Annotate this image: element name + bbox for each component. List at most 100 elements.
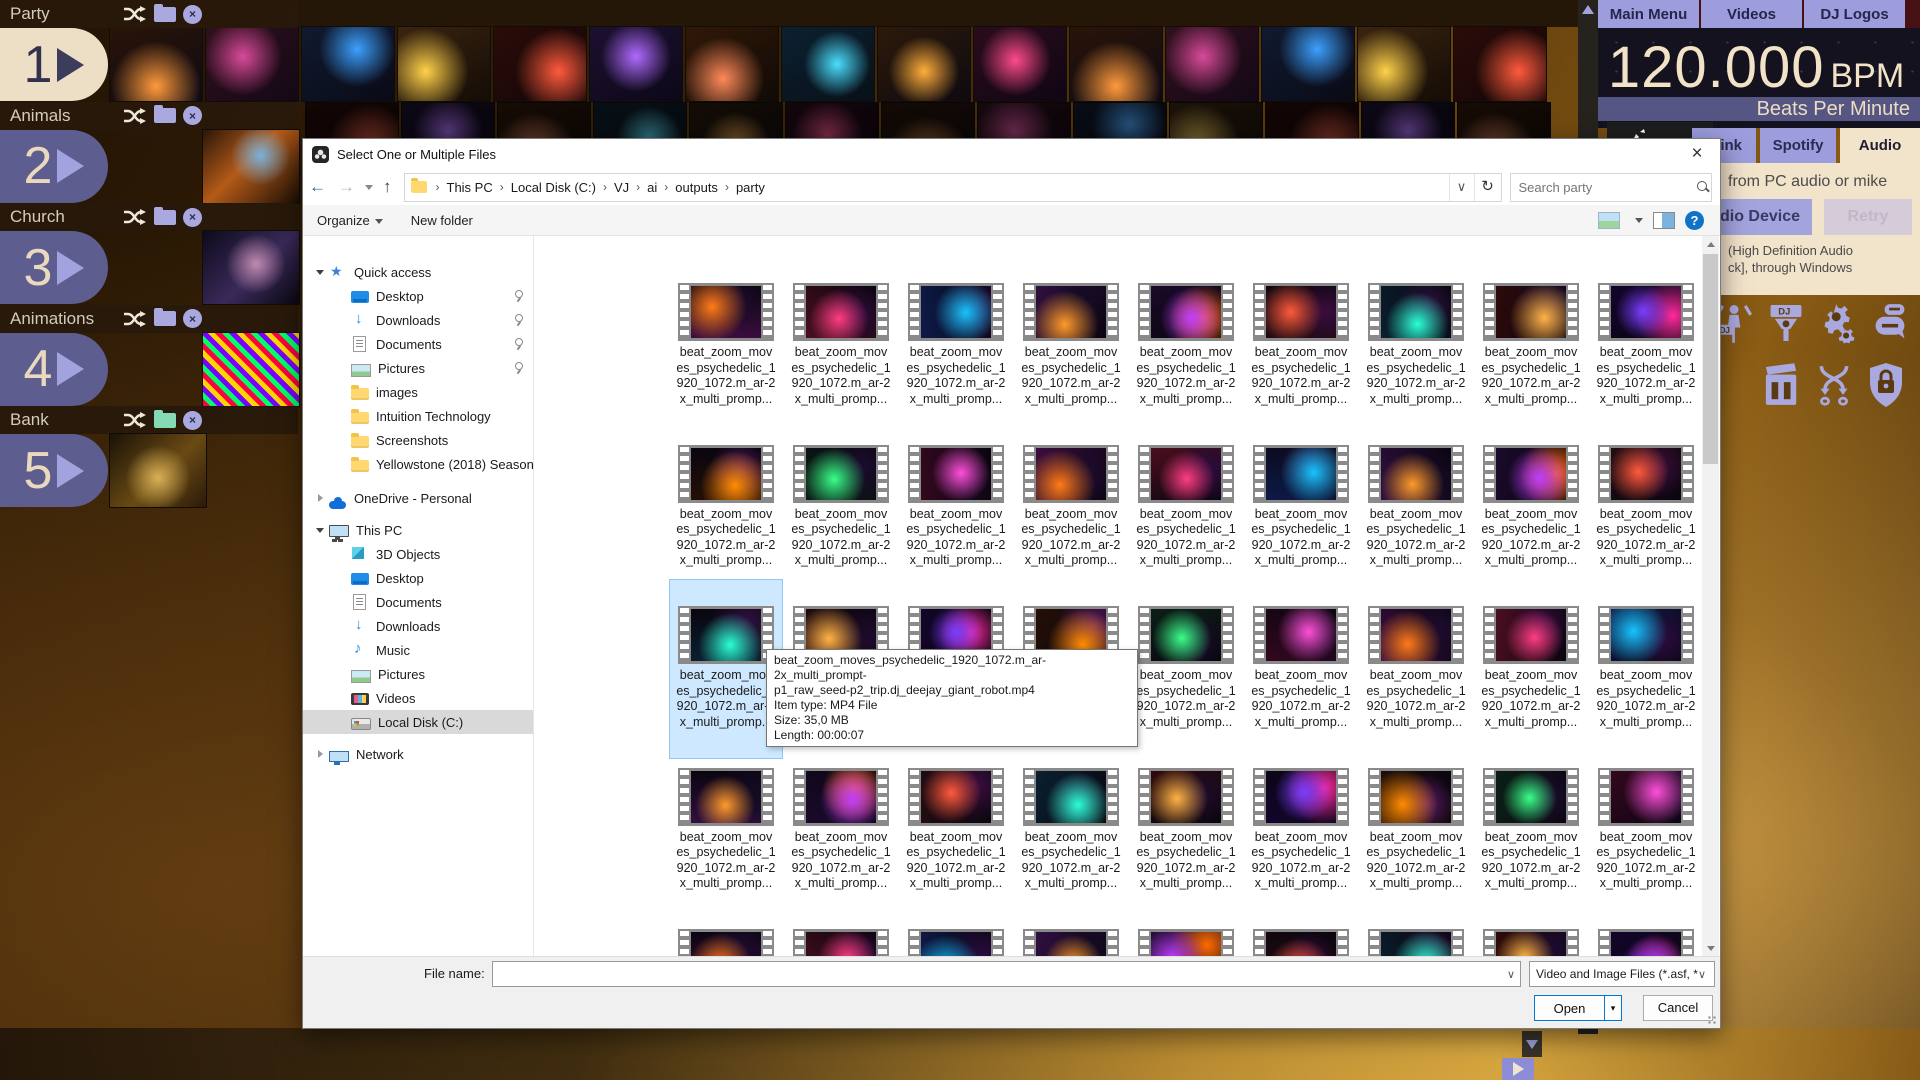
chevron-right-icon[interactable] (315, 493, 325, 503)
chevron-right-icon[interactable] (315, 749, 325, 759)
preview-pane-icon[interactable] (1653, 212, 1675, 229)
shuffle-icon[interactable] (123, 5, 147, 23)
split-shuffle-icon[interactable] (1816, 362, 1852, 408)
dj-logos-button[interactable]: DJ Logos (1804, 0, 1905, 28)
dialog-scrollbar[interactable] (1702, 236, 1719, 957)
shuffle-icon[interactable] (123, 107, 147, 125)
file-item[interactable]: beat_zoom_moves_psychedelic_1920_1072.m_… (670, 742, 782, 920)
sidebar-item-quick-access[interactable]: Quick access (303, 260, 533, 284)
sidebar-item-onedrive-personal[interactable]: OneDrive - Personal (303, 486, 533, 510)
sidebar-item-downloads[interactable]: Downloads (303, 308, 533, 332)
dj-sign-icon[interactable]: DJ (1768, 300, 1804, 346)
file-item[interactable]: beat_zoom_moves_psychedelic_1920_1072.m_… (1475, 903, 1587, 957)
file-item[interactable]: beat_zoom_moves_psychedelic_1920_1072.m_… (1475, 742, 1587, 920)
breadcrumb-item[interactable]: Local Disk (C:) (507, 180, 600, 195)
file-item[interactable]: beat_zoom_moves_psychedelic_1920_1072.m_… (1590, 419, 1702, 597)
file-item[interactable]: beat_zoom_moves_psychedelic_1920_1072.m_… (1245, 903, 1357, 957)
chevron-down-icon[interactable] (315, 525, 325, 535)
file-type-select[interactable]: Video and Image Files (*.asf, *.a ∨ (1529, 961, 1715, 987)
file-item[interactable]: beat_zoom_moves_psychedelic_1920_1072.m_… (1130, 419, 1242, 597)
back-button[interactable]: ← (309, 177, 326, 197)
file-item[interactable]: beat_zoom_moves_psychedelic_1920_1072.m_… (1245, 257, 1357, 435)
scroll-up-icon[interactable] (1707, 242, 1715, 247)
file-item[interactable]: beat_zoom_moves_psychedelic_1920_1072.m_… (1245, 742, 1357, 920)
refresh-icon[interactable]: ↻ (1474, 174, 1501, 201)
file-item[interactable]: beat_zoom_moves_psychedelic_1920_1072.m_… (785, 257, 897, 435)
scroll-up-icon[interactable] (1582, 5, 1594, 14)
sidebar-item-music[interactable]: Music (303, 638, 533, 662)
scrollbar-thumb[interactable] (1703, 254, 1718, 464)
history-dropdown-icon[interactable] (365, 185, 373, 190)
bank-play-button[interactable]: 2 (0, 130, 108, 203)
file-name-input[interactable] (493, 961, 1502, 987)
bank-play-button[interactable]: 5 (0, 434, 108, 507)
bank-thumbnail[interactable] (110, 434, 206, 507)
video-thumbnail[interactable] (1262, 27, 1354, 101)
video-thumbnail[interactable] (302, 27, 394, 101)
file-item[interactable]: beat_zoom_moves_psychedelic_1920_1072.m_… (900, 903, 1012, 957)
sidebar-item-local-disk-c-[interactable]: Local Disk (C:) (303, 710, 533, 734)
sidebar-item-documents[interactable]: Documents (303, 332, 533, 356)
shield-lock-icon[interactable] (1868, 362, 1904, 408)
file-name-combobox[interactable]: ∨ (492, 961, 1521, 987)
sidebar-item-videos[interactable]: Videos (303, 686, 533, 710)
file-item[interactable]: beat_zoom_moves_psychedelic_1920_1072.m_… (1015, 419, 1127, 597)
bank-play-button[interactable]: 1 (0, 28, 108, 101)
thumbnail-view-icon[interactable] (1598, 212, 1620, 229)
settings-gears-icon[interactable] (1820, 300, 1856, 346)
file-item[interactable]: beat_zoom_moves_psychedelic_1920_1072.m_… (1015, 257, 1127, 435)
folder-icon[interactable] (154, 413, 176, 428)
up-button[interactable]: ↑ (383, 177, 392, 197)
file-item[interactable]: beat_zoom_moves_psychedelic_1920_1072.m_… (1360, 903, 1472, 957)
view-dropdown-icon[interactable] (1635, 218, 1643, 223)
file-item[interactable]: beat_zoom_moves_psychedelic_1920_1072.m_… (785, 742, 897, 920)
file-name-dropdown-icon[interactable]: ∨ (1502, 968, 1520, 981)
folder-icon[interactable] (154, 7, 176, 22)
file-item[interactable]: beat_zoom_moves_psychedelic_1920_1072.m_… (785, 903, 897, 957)
chevron-down-icon[interactable] (315, 267, 325, 277)
bank-play-button[interactable]: 3 (0, 231, 108, 304)
breadcrumb-item[interactable]: outputs (671, 180, 722, 195)
file-item[interactable]: beat_zoom_moves_psychedelic_1920_1072.m_… (1130, 580, 1242, 758)
file-item[interactable]: beat_zoom_moves_psychedelic_1920_1072.m_… (900, 742, 1012, 920)
video-thumbnail[interactable] (1166, 27, 1258, 101)
close-icon[interactable]: × (183, 106, 202, 125)
video-thumbnail[interactable] (974, 27, 1066, 101)
video-thumbnail[interactable] (686, 27, 778, 101)
video-thumbnail[interactable] (398, 27, 490, 101)
video-thumbnail[interactable] (1454, 27, 1546, 101)
close-button[interactable]: × (1674, 139, 1720, 169)
file-item[interactable]: beat_zoom_moves_psychedelic_1920_1072.m_… (1360, 419, 1472, 597)
bank-thumbnail[interactable] (203, 231, 299, 304)
sidebar-item-intuition-technology[interactable]: Intuition Technology (303, 404, 533, 428)
search-box[interactable] (1510, 173, 1712, 202)
close-icon[interactable]: × (183, 5, 202, 24)
video-thumbnail[interactable] (1358, 27, 1450, 101)
open-dropdown-icon[interactable]: ▾ (1605, 1003, 1621, 1014)
dj-crowd-icon[interactable]: DJ (1716, 300, 1752, 346)
address-bar[interactable]: ›This PC›Local Disk (C:)›VJ›ai›outputs›p… (404, 173, 1502, 202)
forward-button[interactable]: → (338, 177, 355, 197)
mini-play-button[interactable] (1502, 1058, 1534, 1080)
tab-spotify[interactable]: Spotify (1760, 128, 1836, 163)
video-thumbnail[interactable] (1070, 27, 1162, 101)
file-item[interactable]: beat_zoom_moves_psychedelic_1920_1072.m_… (1475, 257, 1587, 435)
video-thumbnail[interactable] (878, 27, 970, 101)
file-item[interactable]: beat_zoom_moves_psychedelic_1920_1072.m_… (670, 903, 782, 957)
file-item[interactable]: beat_zoom_moves_psychedelic_1920_1072.m_… (670, 419, 782, 597)
file-item[interactable]: beat_zoom_moves_psychedelic_1920_1072.m_… (1360, 580, 1472, 758)
sidebar-item-images[interactable]: images (303, 380, 533, 404)
cancel-button[interactable]: Cancel (1643, 995, 1713, 1021)
file-item[interactable]: beat_zoom_moves_psychedelic_1920_1072.m_… (1475, 419, 1587, 597)
file-item[interactable]: beat_zoom_moves_psychedelic_1920_1072.m_… (1130, 257, 1242, 435)
video-thumbnail[interactable] (590, 27, 682, 101)
shuffle-icon[interactable] (123, 208, 147, 226)
sidebar-item-3d-objects[interactable]: 3D Objects (303, 542, 533, 566)
sidebar-item-this-pc[interactable]: This PC (303, 518, 533, 542)
folder-icon[interactable] (154, 108, 176, 123)
sidebar-item-pictures[interactable]: Pictures (303, 356, 533, 380)
breadcrumb-item[interactable]: This PC (443, 180, 497, 195)
sidebar-item-yellowstone-2018-season-2-s0[interactable]: Yellowstone (2018) Season 2 S02 (1080p B… (303, 452, 533, 476)
sidebar-item-desktop[interactable]: Desktop (303, 566, 533, 590)
file-item[interactable]: beat_zoom_moves_psychedelic_1920_1072.m_… (1130, 742, 1242, 920)
